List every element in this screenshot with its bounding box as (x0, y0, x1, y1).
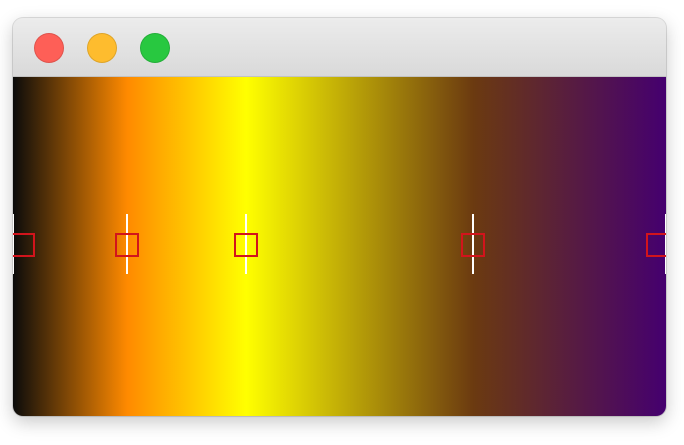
gradient-stop-handle-3[interactable] (234, 233, 258, 257)
gradient-stop-handle-2[interactable] (115, 233, 139, 257)
gradient-stop-handle-1[interactable] (13, 233, 35, 257)
gradient-stop-handle-4[interactable] (461, 233, 485, 257)
title-bar (13, 18, 666, 77)
gradient-stop-handle-5[interactable] (646, 233, 666, 257)
zoom-button[interactable] (140, 33, 170, 63)
minimize-button[interactable] (87, 33, 117, 63)
app-window (13, 18, 666, 416)
close-button[interactable] (34, 33, 64, 63)
gradient-canvas (13, 77, 666, 416)
